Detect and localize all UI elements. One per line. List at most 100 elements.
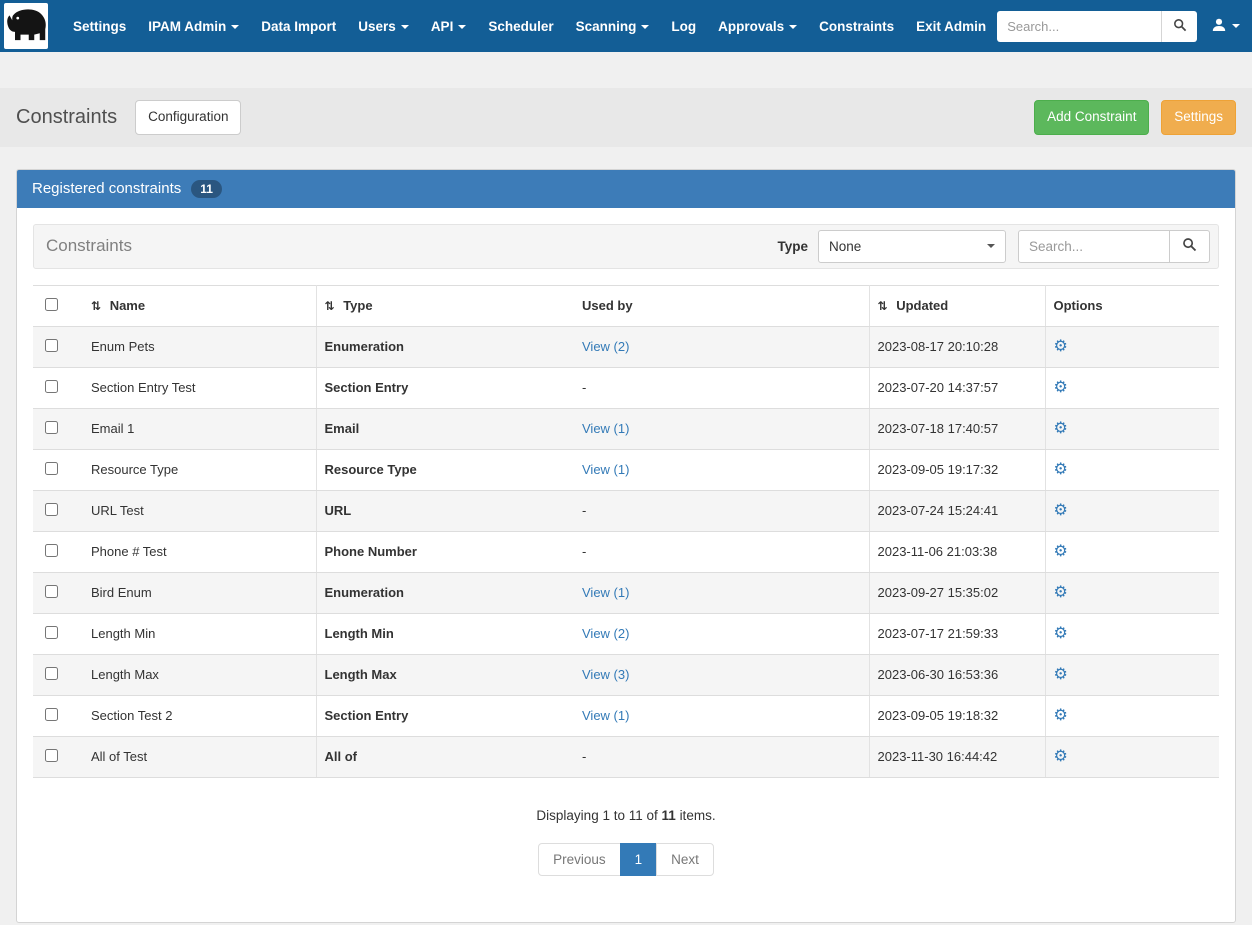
column-header-used-by: Used by [574, 284, 870, 327]
constraint-used-by: View (1) [574, 694, 870, 737]
type-filter-label: Type [777, 238, 808, 254]
settings-button[interactable]: Settings [1161, 100, 1236, 135]
row-options-gear-icon[interactable]: ⚙ [1054, 420, 1068, 437]
used-by-view-link[interactable]: View (1) [582, 585, 629, 600]
constraint-used-by: View (2) [574, 612, 870, 655]
constraint-updated: 2023-08-17 20:10:28 [869, 325, 1046, 368]
brand-logo[interactable] [4, 3, 48, 49]
nav-item-constraints[interactable]: Constraints [808, 10, 905, 43]
user-menu[interactable] [1197, 11, 1248, 42]
nav-item-settings[interactable]: Settings [62, 10, 137, 43]
top-navbar: Settings IPAM Admin Data Import Users API Sch… [0, 0, 1252, 52]
used-by-view-link[interactable]: View (1) [582, 462, 629, 477]
constraint-name: Enum Pets [83, 325, 317, 368]
constraint-updated: 2023-11-06 21:03:38 [869, 530, 1046, 573]
column-header-type[interactable]: ⇅ Type [316, 284, 574, 327]
constraint-type: Enumeration [316, 325, 574, 368]
used-by-view-link[interactable]: View (2) [582, 339, 629, 354]
row-options-gear-icon[interactable]: ⚙ [1054, 543, 1068, 560]
constraint-updated: 2023-06-30 16:53:36 [869, 653, 1046, 696]
row-options-gear-icon[interactable]: ⚙ [1054, 707, 1068, 724]
nav-item-data-import[interactable]: Data Import [250, 10, 347, 43]
constraint-updated: 2023-07-17 21:59:33 [869, 612, 1046, 655]
row-options-gear-icon[interactable]: ⚙ [1054, 584, 1068, 601]
table-row: Length Min Length Min View (2) 2023-07-1… [33, 612, 1219, 655]
pagination-page-1[interactable]: 1 [619, 842, 658, 876]
row-checkbox[interactable] [45, 420, 58, 434]
panel-title: Registered constraints [32, 180, 182, 198]
used-by-view-link[interactable]: View (2) [582, 626, 629, 641]
configuration-button[interactable]: Configuration [135, 100, 242, 135]
row-options-gear-icon[interactable]: ⚙ [1054, 625, 1068, 642]
row-checkbox[interactable] [45, 584, 58, 598]
row-checkbox[interactable] [45, 625, 58, 639]
type-filter-select[interactable]: None [818, 229, 1006, 263]
constraint-updated: 2023-09-05 19:17:32 [869, 448, 1046, 491]
row-checkbox[interactable] [45, 707, 58, 721]
chevron-down-icon [458, 24, 467, 29]
row-checkbox[interactable] [45, 379, 58, 393]
search-icon [1173, 18, 1187, 35]
nav-item-users[interactable]: Users [347, 10, 420, 43]
constraint-used-by: - [574, 530, 870, 573]
row-checkbox[interactable] [45, 461, 58, 475]
constraint-type: Resource Type [316, 448, 574, 491]
navbar-search-button[interactable] [1161, 10, 1198, 42]
count-badge: 11 [191, 179, 222, 198]
used-by-view-link[interactable]: View (1) [582, 421, 629, 436]
used-by-view-link[interactable]: View (1) [582, 708, 629, 723]
select-all-checkbox[interactable] [45, 297, 58, 311]
row-checkbox[interactable] [45, 666, 58, 680]
nav-item-api[interactable]: API [420, 10, 478, 43]
table-search-button[interactable] [1170, 229, 1210, 263]
row-options-gear-icon[interactable]: ⚙ [1054, 461, 1068, 478]
table-row: Phone # Test Phone Number - 2023-11-06 2… [33, 530, 1219, 573]
table-row: URL Test URL - 2023-07-24 15:24:41 ⚙ [33, 489, 1219, 532]
constraint-name: Length Max [83, 653, 317, 696]
row-options-gear-icon[interactable]: ⚙ [1054, 502, 1068, 519]
constraint-type: Section Entry [316, 366, 574, 409]
panel-header: Registered constraints 11 [17, 169, 1235, 208]
nav-item-scanning[interactable]: Scanning [565, 10, 661, 43]
pagination-previous[interactable]: Previous [538, 842, 621, 876]
row-options-gear-icon[interactable]: ⚙ [1054, 338, 1068, 355]
row-checkbox[interactable] [45, 748, 58, 762]
column-header-options: Options [1045, 284, 1219, 327]
nav-item-ipam-admin[interactable]: IPAM Admin [137, 10, 250, 43]
row-checkbox[interactable] [45, 502, 58, 516]
constraint-name: Email 1 [83, 407, 317, 450]
pagination-next[interactable]: Next [656, 842, 714, 876]
chevron-down-icon [1232, 24, 1241, 28]
row-checkbox[interactable] [45, 338, 58, 352]
used-by-view-link[interactable]: View (3) [582, 667, 629, 682]
constraint-name: Bird Enum [83, 571, 317, 614]
constraint-updated: 2023-07-24 15:24:41 [869, 489, 1046, 532]
nav-item-log[interactable]: Log [660, 10, 707, 43]
row-options-gear-icon[interactable]: ⚙ [1054, 748, 1068, 765]
table-search-input[interactable] [1018, 229, 1170, 263]
nav-item-exit-admin[interactable]: Exit Admin [905, 10, 997, 43]
table-row: Email 1 Email View (1) 2023-07-18 17:40:… [33, 407, 1219, 450]
row-options-gear-icon[interactable]: ⚙ [1054, 666, 1068, 683]
constraint-used-by: - [574, 735, 870, 778]
sort-icon: ⇅ [324, 299, 335, 314]
nav-item-approvals[interactable]: Approvals [707, 10, 808, 43]
constraint-name: Length Min [83, 612, 317, 655]
nav-item-scheduler[interactable]: Scheduler [477, 10, 564, 43]
constraint-updated: 2023-11-30 16:44:42 [869, 735, 1046, 778]
constraints-table: ⇅ Name ⇅ Type Used by ⇅ Updated Options … [33, 284, 1219, 778]
sort-icon: ⇅ [91, 299, 102, 314]
add-constraint-button[interactable]: Add Constraint [1034, 100, 1150, 135]
chevron-down-icon [400, 24, 409, 29]
navbar-search-input[interactable] [997, 10, 1162, 42]
chevron-down-icon [231, 24, 240, 29]
column-header-updated[interactable]: ⇅ Updated [869, 284, 1046, 327]
page-title: Constraints [16, 105, 118, 128]
table-row: Resource Type Resource Type View (1) 202… [33, 448, 1219, 491]
column-header-name[interactable]: ⇅ Name [83, 284, 317, 327]
constraint-used-by: View (3) [574, 653, 870, 696]
row-options-gear-icon[interactable]: ⚙ [1054, 379, 1068, 396]
row-checkbox[interactable] [45, 543, 58, 557]
constraint-updated: 2023-07-18 17:40:57 [869, 407, 1046, 450]
mammoth-logo-icon [4, 6, 48, 47]
